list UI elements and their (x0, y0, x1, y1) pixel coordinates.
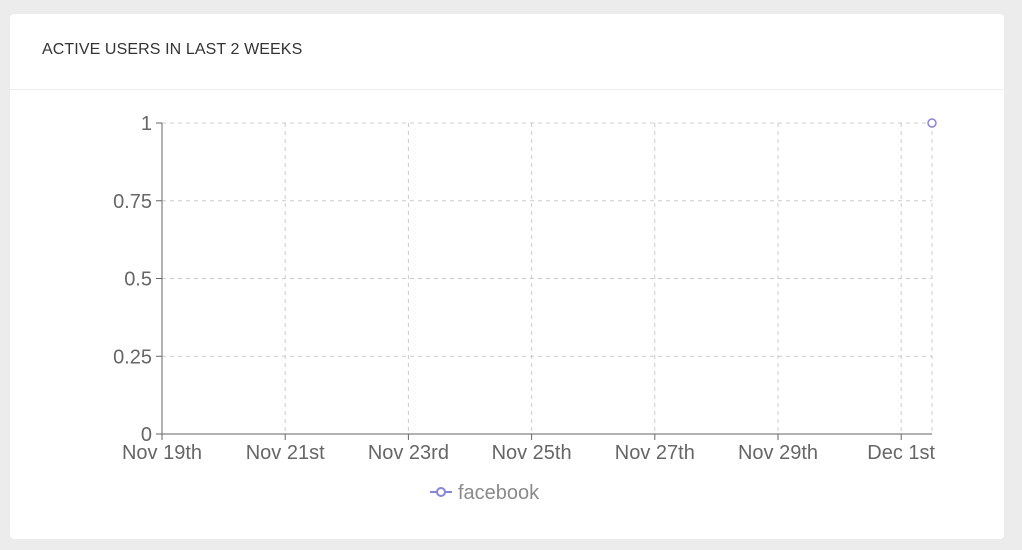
y-tick-label: 0.5 (124, 269, 152, 291)
legend-marker-icon (436, 487, 446, 497)
x-tick-label: Nov 19th (122, 442, 202, 464)
data-point (927, 118, 937, 128)
x-tick-label: Nov 25th (492, 442, 572, 464)
active-users-chart: 00.250.50.751Nov 19th Nov 21st Nov 23rd Nov… (113, 113, 937, 504)
x-tick-label: Dec 1st (867, 442, 935, 464)
y-tick-label: 1 (141, 113, 152, 135)
chart-card: ACTIVE USERS IN LAST 2 WEEKS 0 0.25 0.5 0.7… (10, 14, 1004, 539)
x-tick-label: Nov 29th (738, 442, 818, 464)
legend-label: facebook (458, 482, 540, 504)
x-tick-label: Nov 27th (615, 442, 695, 464)
legend-item: facebook (430, 482, 540, 504)
y-tick-label: 0.25 (113, 346, 152, 368)
x-tick-label: Nov 23rd (368, 442, 449, 464)
y-tick-label: 0.75 (113, 191, 152, 213)
x-tick-label: Nov 21st (246, 442, 325, 464)
